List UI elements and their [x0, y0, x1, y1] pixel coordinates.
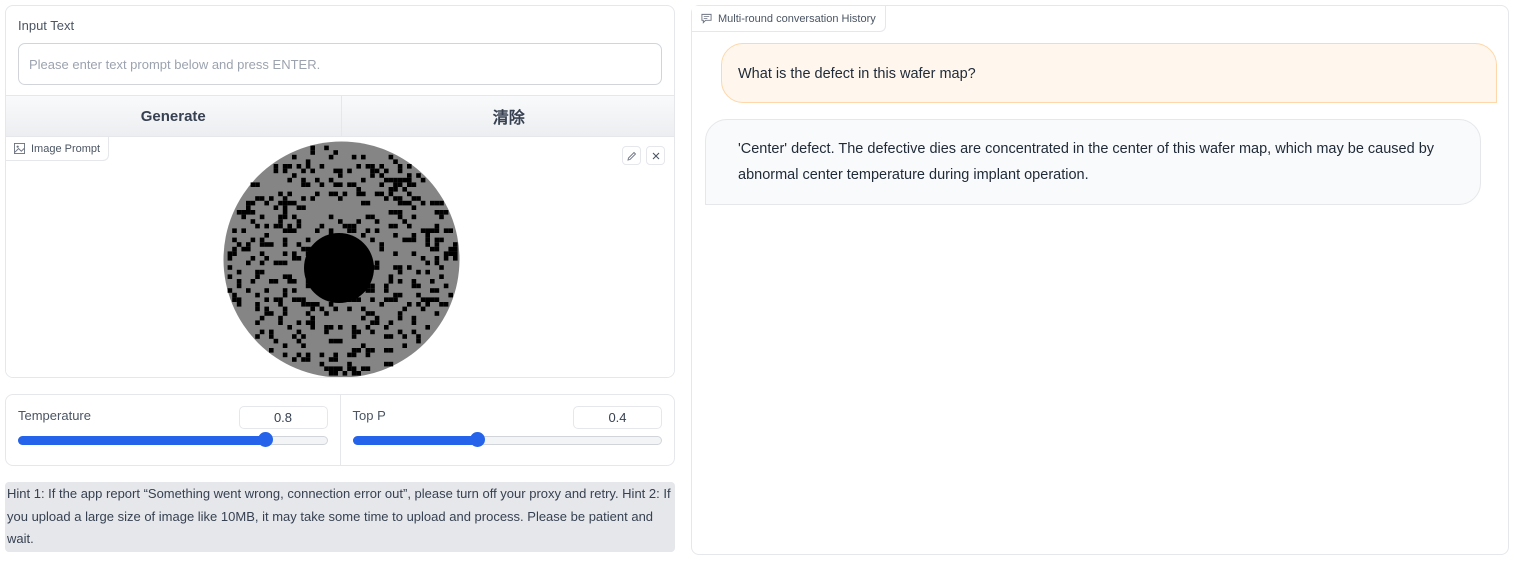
remove-image-button[interactable] — [646, 146, 665, 165]
input-text-label: Input Text — [18, 18, 75, 33]
temperature-number-input[interactable]: 0.8 — [238, 406, 328, 429]
edit-image-button[interactable] — [622, 146, 641, 165]
assistant-message: 'Center' defect. The defective dies are … — [705, 119, 1481, 205]
hint-text: Hint 1: If the app report “Something wen… — [5, 482, 675, 552]
wafer-map-image — [223, 141, 460, 377]
parameter-sliders: Temperature 0.8 Top P 0.4 — [5, 394, 675, 466]
top-p-number-input[interactable]: 0.4 — [573, 406, 662, 429]
temperature-label: Temperature — [18, 408, 91, 423]
image-prompt-label: Image Prompt — [31, 142, 101, 155]
image-prompt-upload[interactable]: Image Prompt — [6, 137, 674, 377]
temperature-slider-thumb[interactable] — [258, 432, 273, 447]
chat-history-label: Multi-round conversation History — [718, 12, 876, 25]
temperature-slider-block: Temperature 0.8 — [6, 395, 340, 465]
action-buttons: Generate 清除 — [6, 95, 674, 137]
text-prompt-input[interactable] — [18, 43, 662, 85]
image-prompt-tag: Image Prompt — [6, 137, 110, 161]
chat-history-panel: Multi-round conversation History What is… — [691, 5, 1509, 555]
top-p-slider-block: Top P 0.4 — [339, 395, 675, 465]
top-p-label: Top P — [352, 408, 386, 423]
user-message: What is the defect in this wafer map? — [721, 43, 1497, 103]
image-icon — [14, 143, 25, 154]
chat-icon — [701, 13, 712, 24]
generate-button[interactable]: Generate — [6, 96, 341, 136]
close-icon — [652, 152, 659, 159]
input-panel: Input Text Generate 清除 Image Prompt — [5, 5, 675, 378]
top-p-slider[interactable] — [352, 432, 662, 447]
top-p-slider-fill — [352, 436, 476, 445]
clear-button[interactable]: 清除 — [340, 96, 674, 136]
temperature-slider[interactable] — [18, 432, 328, 447]
top-p-slider-thumb[interactable] — [469, 432, 485, 447]
edit-icon — [626, 151, 636, 161]
chat-history-tag: Multi-round conversation History — [692, 6, 886, 32]
temperature-slider-fill — [18, 436, 264, 445]
